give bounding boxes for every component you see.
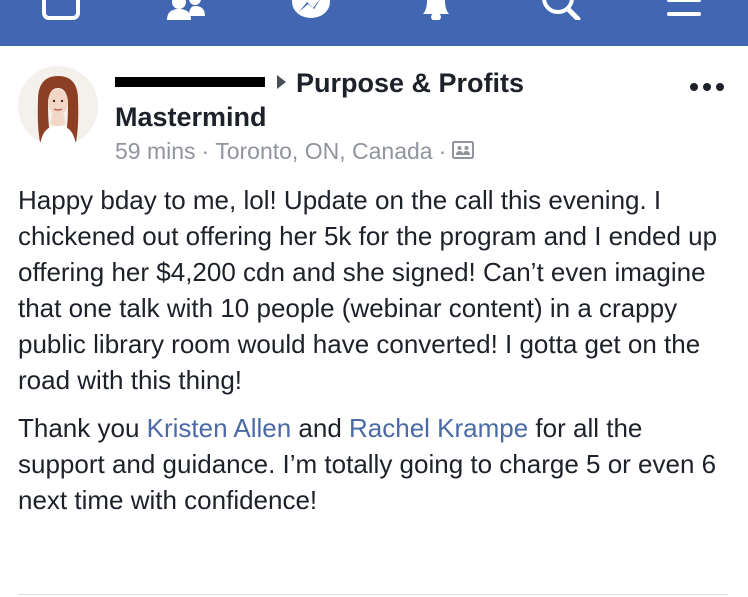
post-timestamp[interactable]: 59 mins bbox=[115, 138, 196, 164]
group-name[interactable]: Purpose & Profits bbox=[296, 68, 524, 98]
friends-icon[interactable] bbox=[165, 0, 209, 20]
more-options-button[interactable] bbox=[690, 80, 726, 94]
post-card: Purpose & Profits Mastermind 59 mins · Tor… bbox=[0, 46, 748, 597]
redacted-author-name bbox=[115, 76, 265, 87]
divider bbox=[18, 594, 728, 595]
messenger-icon[interactable] bbox=[289, 0, 333, 20]
group-privacy-icon bbox=[452, 136, 475, 166]
more-dot bbox=[690, 83, 698, 91]
more-dot bbox=[716, 83, 724, 91]
post-header-line1: Purpose & Profits bbox=[115, 66, 675, 100]
group-name-continued[interactable]: Mastermind bbox=[115, 100, 675, 134]
shared-to-arrow-icon bbox=[277, 74, 286, 89]
meta-separator: · bbox=[201, 138, 210, 164]
post-paragraph-2: Thank you Kristen Allen and Rachel Kramp… bbox=[18, 410, 733, 518]
paragraph-2-mid: and bbox=[291, 413, 349, 443]
post-meta: 59 mins · Toronto, ON, Canada · bbox=[115, 136, 675, 168]
post-paragraph-1: Happy bday to me, lol! Update on the cal… bbox=[18, 185, 718, 395]
mention-link[interactable]: Rachel Krampe bbox=[349, 413, 528, 443]
home-icon[interactable] bbox=[42, 0, 80, 20]
more-dot bbox=[703, 83, 711, 91]
paragraph-2-start: Thank you bbox=[18, 413, 147, 443]
mention-link[interactable]: Kristen Allen bbox=[147, 413, 292, 443]
notifications-icon[interactable] bbox=[418, 0, 454, 20]
post-header: Purpose & Profits Mastermind 59 mins · Tor… bbox=[115, 66, 675, 168]
post-location[interactable]: Toronto, ON, Canada bbox=[215, 138, 432, 164]
top-navbar bbox=[0, 0, 748, 46]
search-icon[interactable] bbox=[540, 0, 584, 20]
avatar[interactable] bbox=[18, 66, 98, 146]
meta-separator: · bbox=[438, 138, 447, 164]
post-body: Happy bday to me, lol! Update on the cal… bbox=[18, 182, 733, 518]
menu-icon[interactable] bbox=[665, 0, 705, 20]
